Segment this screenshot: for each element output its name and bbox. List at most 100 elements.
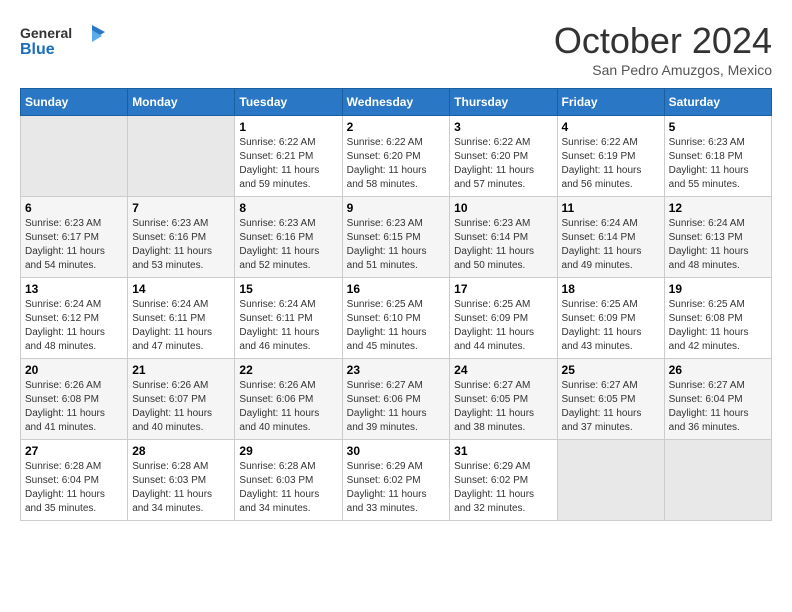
day-number: 13 — [25, 282, 123, 296]
cell-info: Sunrise: 6:23 AM Sunset: 6:16 PM Dayligh… — [239, 217, 337, 273]
calendar-table: SundayMondayTuesdayWednesdayThursdayFrid… — [20, 88, 772, 521]
calendar-cell: 15 Sunrise: 6:24 AM Sunset: 6:11 PM Dayli… — [235, 278, 342, 359]
calendar-cell: 19 Sunrise: 6:25 AM Sunset: 6:08 PM Dayli… — [664, 278, 771, 359]
cell-info: Sunrise: 6:27 AM Sunset: 6:04 PM Dayligh… — [669, 379, 767, 435]
cell-info: Sunrise: 6:25 AM Sunset: 6:09 PM Dayligh… — [454, 298, 552, 354]
day-number: 21 — [132, 363, 230, 377]
day-number: 18 — [562, 282, 660, 296]
calendar-cell: 1Sunrise: 6:22 AM Sunset: 6:21 PM Daylig… — [235, 116, 342, 197]
title-block: October 2024 San Pedro Amuzgos, Mexico — [554, 20, 772, 78]
cell-info: Sunrise: 6:27 AM Sunset: 6:05 PM Dayligh… — [454, 379, 552, 435]
calendar-cell: 4Sunrise: 6:22 AM Sunset: 6:19 PM Daylig… — [557, 116, 664, 197]
week-row-5: 27Sunrise: 6:28 AM Sunset: 6:04 PM Dayli… — [21, 440, 772, 521]
calendar-cell: 26 Sunrise: 6:27 AM Sunset: 6:04 PM Dayli… — [664, 359, 771, 440]
calendar-cell: 3 Sunrise: 6:22 AM Sunset: 6:20 PM Daylig… — [450, 116, 557, 197]
cell-info: Sunrise: 6:25 AM Sunset: 6:08 PM Dayligh… — [669, 298, 767, 354]
column-header-tuesday: Tuesday — [235, 89, 342, 116]
day-number: 16 — [347, 282, 446, 296]
calendar-cell: 6 Sunrise: 6:23 AM Sunset: 6:17 PM Daylig… — [21, 197, 128, 278]
day-number: 9 — [347, 201, 446, 215]
column-header-friday: Friday — [557, 89, 664, 116]
day-number: 30 — [347, 444, 446, 458]
day-number: 22 — [239, 363, 337, 377]
day-number: 23 — [347, 363, 446, 377]
calendar-cell: 10 Sunrise: 6:23 AM Sunset: 6:14 PM Dayli… — [450, 197, 557, 278]
cell-info: Sunrise: 6:29 AM Sunset: 6:02 PM Dayligh… — [347, 460, 446, 516]
day-number: 5 — [669, 120, 767, 134]
cell-info: Sunrise: 6:23 AM Sunset: 6:16 PM Dayligh… — [132, 217, 230, 273]
day-number: 3 — [454, 120, 552, 134]
logo: General Blue — [20, 20, 110, 70]
cell-info: Sunrise: 6:23 AM Sunset: 6:14 PM Dayligh… — [454, 217, 552, 273]
header-row: SundayMondayTuesdayWednesdayThursdayFrid… — [21, 89, 772, 116]
calendar-cell: 22 Sunrise: 6:26 AM Sunset: 6:06 PM Dayli… — [235, 359, 342, 440]
calendar-cell — [557, 440, 664, 521]
cell-info: Sunrise: 6:24 AM Sunset: 6:11 PM Dayligh… — [239, 298, 337, 354]
day-number: 8 — [239, 201, 337, 215]
day-number: 31 — [454, 444, 552, 458]
calendar-cell: 12 Sunrise: 6:24 AM Sunset: 6:13 PM Dayli… — [664, 197, 771, 278]
cell-info: Sunrise: 6:22 AM Sunset: 6:20 PM Dayligh… — [347, 136, 446, 192]
cell-info: Sunrise: 6:23 AM Sunset: 6:17 PM Dayligh… — [25, 217, 123, 273]
day-number: 26 — [669, 363, 767, 377]
location: San Pedro Amuzgos, Mexico — [554, 62, 772, 78]
calendar-cell: 16 Sunrise: 6:25 AM Sunset: 6:10 PM Dayli… — [342, 278, 450, 359]
week-row-4: 20Sunrise: 6:26 AM Sunset: 6:08 PM Dayli… — [21, 359, 772, 440]
cell-info: Sunrise: 6:27 AM Sunset: 6:05 PM Dayligh… — [562, 379, 660, 435]
cell-info: Sunrise: 6:25 AM Sunset: 6:09 PM Dayligh… — [562, 298, 660, 354]
week-row-2: 6 Sunrise: 6:23 AM Sunset: 6:17 PM Daylig… — [21, 197, 772, 278]
column-header-thursday: Thursday — [450, 89, 557, 116]
week-row-1: 1Sunrise: 6:22 AM Sunset: 6:21 PM Daylig… — [21, 116, 772, 197]
cell-info: Sunrise: 6:26 AM Sunset: 6:07 PM Dayligh… — [132, 379, 230, 435]
day-number: 1 — [239, 120, 337, 134]
day-number: 6 — [25, 201, 123, 215]
month-title: October 2024 — [554, 20, 772, 62]
calendar-cell: 5 Sunrise: 6:23 AM Sunset: 6:18 PM Daylig… — [664, 116, 771, 197]
day-number: 28 — [132, 444, 230, 458]
day-number: 12 — [669, 201, 767, 215]
calendar-cell: 23 Sunrise: 6:27 AM Sunset: 6:06 PM Dayli… — [342, 359, 450, 440]
day-number: 2 — [347, 120, 446, 134]
calendar-cell: 7 Sunrise: 6:23 AM Sunset: 6:16 PM Daylig… — [128, 197, 235, 278]
calendar-cell: 28Sunrise: 6:28 AM Sunset: 6:03 PM Dayli… — [128, 440, 235, 521]
cell-info: Sunrise: 6:29 AM Sunset: 6:02 PM Dayligh… — [454, 460, 552, 516]
day-number: 17 — [454, 282, 552, 296]
calendar-cell: 29 Sunrise: 6:28 AM Sunset: 6:03 PM Dayli… — [235, 440, 342, 521]
day-number: 15 — [239, 282, 337, 296]
calendar-cell: 14 Sunrise: 6:24 AM Sunset: 6:11 PM Dayli… — [128, 278, 235, 359]
day-number: 14 — [132, 282, 230, 296]
day-number: 29 — [239, 444, 337, 458]
svg-text:General: General — [20, 25, 72, 41]
logo-text: General Blue — [20, 20, 110, 70]
calendar-cell: 9 Sunrise: 6:23 AM Sunset: 6:15 PM Daylig… — [342, 197, 450, 278]
calendar-cell: 21 Sunrise: 6:26 AM Sunset: 6:07 PM Dayli… — [128, 359, 235, 440]
day-number: 7 — [132, 201, 230, 215]
calendar-cell: 11Sunrise: 6:24 AM Sunset: 6:14 PM Dayli… — [557, 197, 664, 278]
cell-info: Sunrise: 6:27 AM Sunset: 6:06 PM Dayligh… — [347, 379, 446, 435]
calendar-cell: 27Sunrise: 6:28 AM Sunset: 6:04 PM Dayli… — [21, 440, 128, 521]
cell-info: Sunrise: 6:24 AM Sunset: 6:13 PM Dayligh… — [669, 217, 767, 273]
day-number: 19 — [669, 282, 767, 296]
calendar-cell: 31 Sunrise: 6:29 AM Sunset: 6:02 PM Dayli… — [450, 440, 557, 521]
cell-info: Sunrise: 6:23 AM Sunset: 6:15 PM Dayligh… — [347, 217, 446, 273]
calendar-cell — [21, 116, 128, 197]
cell-info: Sunrise: 6:24 AM Sunset: 6:14 PM Dayligh… — [562, 217, 660, 273]
column-header-monday: Monday — [128, 89, 235, 116]
cell-info: Sunrise: 6:28 AM Sunset: 6:03 PM Dayligh… — [239, 460, 337, 516]
calendar-cell: 2 Sunrise: 6:22 AM Sunset: 6:20 PM Daylig… — [342, 116, 450, 197]
day-number: 27 — [25, 444, 123, 458]
week-row-3: 13Sunrise: 6:24 AM Sunset: 6:12 PM Dayli… — [21, 278, 772, 359]
cell-info: Sunrise: 6:22 AM Sunset: 6:20 PM Dayligh… — [454, 136, 552, 192]
cell-info: Sunrise: 6:23 AM Sunset: 6:18 PM Dayligh… — [669, 136, 767, 192]
cell-info: Sunrise: 6:25 AM Sunset: 6:10 PM Dayligh… — [347, 298, 446, 354]
cell-info: Sunrise: 6:24 AM Sunset: 6:11 PM Dayligh… — [132, 298, 230, 354]
cell-info: Sunrise: 6:26 AM Sunset: 6:06 PM Dayligh… — [239, 379, 337, 435]
column-header-wednesday: Wednesday — [342, 89, 450, 116]
calendar-cell: 8 Sunrise: 6:23 AM Sunset: 6:16 PM Daylig… — [235, 197, 342, 278]
day-number: 10 — [454, 201, 552, 215]
day-number: 24 — [454, 363, 552, 377]
calendar-cell — [128, 116, 235, 197]
day-number: 25 — [562, 363, 660, 377]
calendar-cell — [664, 440, 771, 521]
svg-text:Blue: Blue — [20, 41, 55, 58]
